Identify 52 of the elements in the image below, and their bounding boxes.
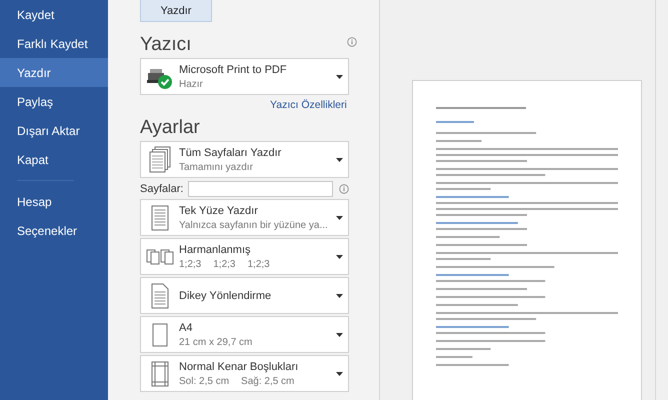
option-subtitle: 1;2;3 [179, 258, 202, 270]
option-title: Tek Yüze Yazdır [179, 204, 259, 216]
option-title: Tüm Sayfaları Yazdır [179, 146, 282, 158]
settings-dropdown[interactable]: Dikey Yönlendirme [140, 277, 349, 314]
sidebar-item[interactable]: Kaydet [0, 0, 108, 29]
printer-heading: Yazıcı [140, 34, 192, 56]
option-subtitle: Sol: 2,5 cm [179, 376, 230, 386]
option-title: A4 [179, 322, 194, 334]
sidebar-item[interactable]: Seçenekler [0, 216, 108, 245]
pages-icon [149, 146, 171, 174]
option-subtitle: Yalnızca sayfanın bir yüzüne ya... [179, 220, 329, 230]
pages-input-field[interactable] [188, 181, 333, 197]
option-subtitle: 21 cm x 29,7 cm [179, 336, 254, 348]
caret-icon [336, 216, 343, 220]
option-title: Harmanlanmış [179, 244, 252, 256]
option-subtitle: Sağ: 2,5 cm [241, 376, 294, 386]
margins-icon [151, 360, 169, 386]
settings-heading: Ayarlar [140, 117, 200, 139]
pages-label: Sayfalar: [140, 183, 182, 195]
sidebar-item[interactable]: Paylaş [0, 87, 108, 116]
option-subtitle: 1;2;3 [248, 258, 270, 270]
info-icon[interactable] [347, 37, 357, 47]
option-title: Normal Kenar Boşlukları [179, 360, 300, 372]
option-title: Microsoft Print to PDF [179, 64, 288, 76]
caret-icon [336, 158, 343, 162]
caret-icon [336, 254, 343, 258]
settings-dropdown[interactable]: Tek Yüze Yazdır Yalnızca sayfanın bir yüzüne ya... [140, 199, 349, 236]
sidebar-item[interactable]: Farklı Kaydet [0, 29, 108, 58]
printer-properties-link[interactable]: Yazıcı Özellikleri [270, 99, 347, 111]
caret-icon [336, 332, 343, 336]
caret-icon [336, 74, 343, 78]
document-icon [151, 204, 169, 230]
caret-icon [336, 372, 343, 376]
settings-dropdown[interactable]: Harmanlanmış 1;2;3 1;2;3 1;2;3 [140, 238, 349, 275]
sidebar-item[interactable]: Yazdır [0, 58, 108, 87]
settings-dropdown[interactable]: Normal Kenar Boşlukları Sol: 2,5 cm Sağ: 2,5 cm [140, 355, 349, 392]
caret-icon [336, 294, 343, 298]
option-subtitle: 1;2;3 [213, 258, 236, 270]
settings-dropdown[interactable]: Tüm Sayfaları Yazdır Tamamını yazdır [140, 141, 349, 178]
sidebar-item[interactable]: Kapat [0, 145, 108, 174]
settings-dropdown[interactable]: A4 21 cm x 29,7 cm [140, 316, 349, 353]
collated-pages-icon [146, 248, 174, 264]
paper-size-icon [152, 322, 168, 346]
option-title: Dikey Yönlendirme [179, 290, 272, 302]
option-subtitle: Tamamını yazdır [179, 162, 254, 172]
print-button[interactable]: Yazdır [140, 0, 212, 22]
portrait-page-icon [151, 282, 169, 308]
sidebar-item[interactable]: Hesap [0, 187, 108, 216]
sidebar-item[interactable]: Dışarı Aktar [0, 116, 108, 145]
option-subtitle: Hazır [179, 78, 204, 90]
settings-dropdown[interactable]: Microsoft Print to PDF Hazır [140, 58, 349, 95]
info-icon[interactable] [339, 184, 349, 194]
